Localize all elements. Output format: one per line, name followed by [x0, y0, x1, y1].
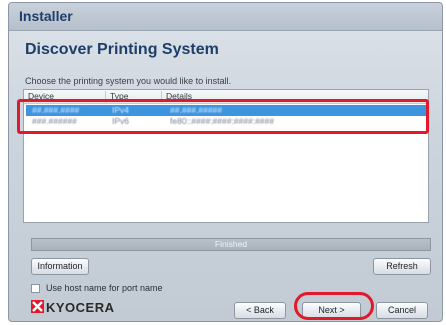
- window-title: Installer: [19, 8, 73, 24]
- information-button[interactable]: Information: [31, 258, 89, 275]
- installer-window: Installer Discover Printing System Choos…: [8, 2, 443, 322]
- use-host-name-label: Use host name for port name: [46, 283, 163, 293]
- use-host-name-checkbox[interactable]: [31, 284, 40, 293]
- refresh-button[interactable]: Refresh: [373, 258, 431, 275]
- device-rows-highlight-annotation: [17, 99, 429, 134]
- kyocera-mark-icon: [31, 300, 44, 313]
- status-bar: Finished: [31, 238, 431, 251]
- next-button-highlight-annotation: [294, 292, 374, 320]
- kyocera-wordmark: KYOCERA: [46, 300, 115, 315]
- back-button[interactable]: < Back: [234, 302, 286, 319]
- page-title: Discover Printing System: [25, 41, 219, 58]
- cancel-button[interactable]: Cancel: [376, 302, 428, 319]
- title-bar: Installer: [9, 3, 442, 31]
- instruction-text: Choose the printing system you would lik…: [25, 76, 232, 86]
